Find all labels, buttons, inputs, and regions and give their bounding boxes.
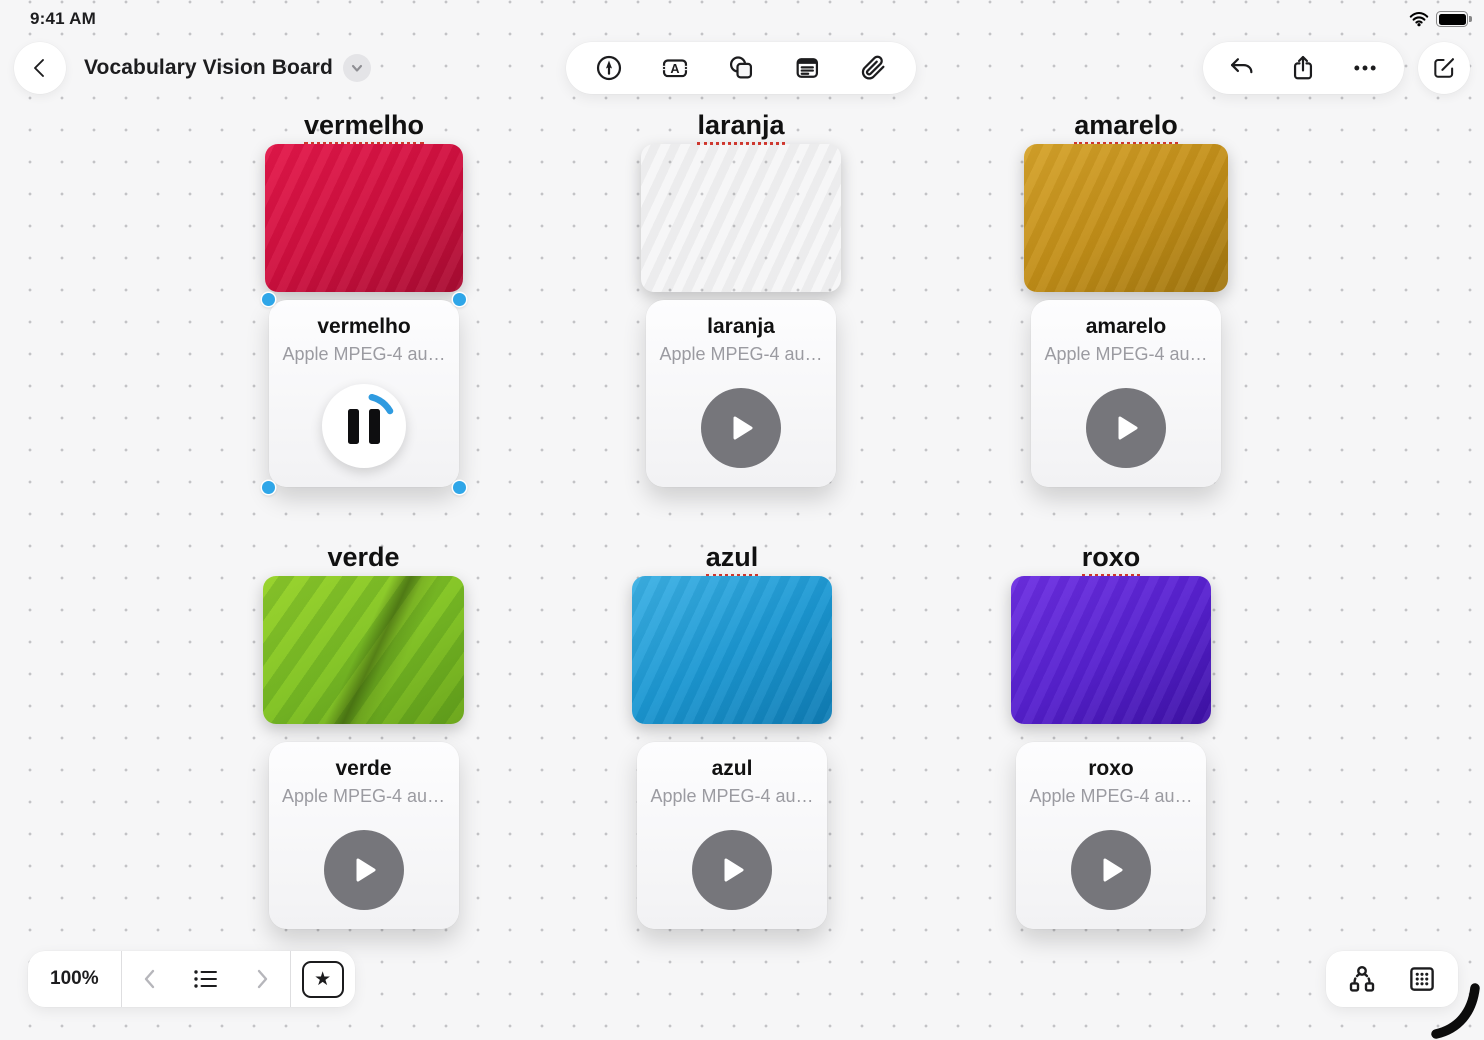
audio-card-amarelo[interactable]: amarelo Apple MPEG-4 au… [1031,300,1221,487]
undo-button[interactable] [1222,46,1262,90]
play-button[interactable] [324,830,404,910]
color-image-roxo[interactable] [1011,576,1211,724]
note-tool-button[interactable] [787,46,827,90]
next-icon [252,968,272,990]
selection-handle[interactable] [453,481,466,494]
compose-icon [1431,55,1457,81]
audio-title: laranja [646,315,836,339]
audio-title: amarelo [1031,315,1221,339]
board-list-button[interactable] [178,951,234,1007]
audio-card-azul[interactable]: azul Apple MPEG-4 au… [637,742,827,929]
selection-handle[interactable] [262,293,275,306]
board-title-row: Vocabulary Vision Board [84,50,371,86]
shapes-icon [727,54,755,82]
audio-title: vermelho [269,315,459,339]
color-image-amarelo[interactable] [1024,144,1228,292]
audio-card-vermelho[interactable]: vermelho Apple MPEG-4 au… [269,300,459,487]
play-button[interactable] [1086,388,1166,468]
audio-title: roxo [1016,757,1206,781]
more-options-button[interactable] [1345,46,1385,90]
sticky-note-icon [793,54,821,82]
attach-media-button[interactable] [853,46,893,90]
status-bar: 9:41 AM [0,8,1484,34]
selection-handle[interactable] [262,481,275,494]
favorites-button[interactable]: ★ [291,951,355,1007]
play-button[interactable] [1071,830,1151,910]
chevron-left-icon [29,57,51,79]
share-icon [1289,54,1317,82]
canvas-tools-bar [1326,951,1458,1007]
wifi-icon [1409,11,1429,27]
loading-spinner-icon [322,384,406,468]
audio-format-label: Apple MPEG-4 au… [1016,786,1206,807]
zoom-navigation-bar: 100% ★ [28,951,355,1007]
right-toolbar [1203,42,1404,94]
dots-grid-icon [1407,964,1437,994]
audio-format-label: Apple MPEG-4 au… [1031,344,1221,365]
audio-card-roxo[interactable]: roxo Apple MPEG-4 au… [1016,742,1206,929]
color-image-verde[interactable] [263,576,464,724]
word-label[interactable]: amarelo [1024,110,1228,145]
share-button[interactable] [1283,46,1323,90]
word-label[interactable]: vermelho [265,110,463,145]
list-icon [192,967,219,991]
audio-format-label: Apple MPEG-4 au… [269,344,459,365]
paperclip-icon [859,54,887,82]
back-button[interactable] [14,42,66,94]
word-label[interactable]: azul [632,542,832,577]
play-icon [715,853,749,887]
audio-format-label: Apple MPEG-4 au… [637,786,827,807]
play-icon [724,411,758,445]
markup-icon [595,54,623,82]
chevron-down-icon [350,61,364,75]
svg-text:A: A [670,62,679,76]
color-image-laranja[interactable] [641,144,841,292]
shapes-tool-button[interactable] [721,46,761,90]
pause-button[interactable] [322,384,406,468]
audio-format-label: Apple MPEG-4 au… [269,786,459,807]
word-label[interactable]: verde [263,542,464,574]
audio-card-verde[interactable]: verde Apple MPEG-4 au… [269,742,459,929]
previous-icon [140,968,160,990]
selection-handle[interactable] [453,293,466,306]
previous-board-button[interactable] [122,951,178,1007]
audio-title: azul [637,757,827,781]
play-icon [347,853,381,887]
status-time: 9:41 AM [30,9,96,29]
audio-title: verde [269,757,459,781]
play-icon [1109,411,1143,445]
audio-card-laranja[interactable]: laranja Apple MPEG-4 au… [646,300,836,487]
ellipsis-icon [1351,54,1379,82]
color-image-azul[interactable] [632,576,832,724]
connector-diagram-icon [1347,964,1377,994]
connector-diagram-button[interactable] [1342,957,1382,1001]
color-image-vermelho[interactable] [265,144,463,292]
word-label[interactable]: roxo [1011,542,1211,577]
undo-icon [1228,54,1256,82]
play-button[interactable] [692,830,772,910]
text-box-icon: A [660,54,690,82]
battery-full-icon [1436,11,1468,27]
play-icon [1094,853,1128,887]
favorite-star-icon: ★ [302,961,344,998]
grid-view-button[interactable] [1402,957,1442,1001]
markup-tool-button[interactable] [589,46,629,90]
board-menu-button[interactable] [343,54,371,82]
text-tool-button[interactable]: A [655,46,695,90]
zoom-level[interactable]: 100% [28,968,121,990]
next-board-button[interactable] [234,951,290,1007]
page-title: Vocabulary Vision Board [84,56,333,80]
pause-icon [348,409,359,444]
play-button[interactable] [701,388,781,468]
status-icons [1409,11,1468,27]
word-label[interactable]: laranja [641,110,841,145]
center-toolbar: A [566,42,916,94]
new-board-button[interactable] [1418,42,1470,94]
audio-format-label: Apple MPEG-4 au… [646,344,836,365]
